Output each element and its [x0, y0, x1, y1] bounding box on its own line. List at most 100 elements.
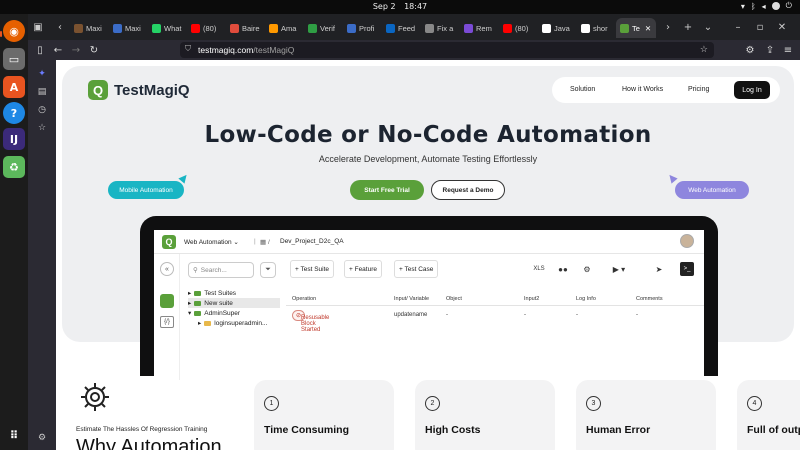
- web-automation-chip[interactable]: Web Automation: [675, 181, 749, 199]
- volume-icon: ◂: [761, 1, 766, 11]
- problem-card: 2 High Costs: [415, 380, 555, 450]
- request-demo-button[interactable]: Request a Demo: [431, 180, 505, 200]
- show-apps-icon[interactable]: ⠿: [3, 424, 25, 446]
- maximize-icon[interactable]: ▫: [752, 19, 768, 35]
- tabs-scroll-left-icon[interactable]: ‹: [52, 19, 68, 35]
- sidebar-settings-icon[interactable]: ⚙: [34, 430, 50, 446]
- browser-tab[interactable]: Profi: [343, 18, 383, 38]
- trash-icon[interactable]: ♻: [3, 156, 25, 178]
- share-icon[interactable]: ⇪: [762, 42, 778, 58]
- cell-object: -: [446, 312, 448, 318]
- browser-tab[interactable]: Fix a: [421, 18, 461, 38]
- ai-chat-icon[interactable]: ✦: [34, 66, 50, 82]
- tab-label: Feed: [398, 23, 416, 33]
- nav-pricing[interactable]: Pricing: [688, 86, 709, 93]
- tree-caret-icon: ▸: [188, 290, 192, 297]
- tab-favicon-icon: [113, 23, 122, 33]
- browser-tab[interactable]: Maxi: [70, 18, 110, 38]
- browser-tab[interactable]: What: [148, 18, 188, 38]
- close-window-icon[interactable]: ✕: [774, 19, 790, 35]
- tree-label: Test Suites: [204, 289, 237, 297]
- app-search-input: ⚲ Search...: [188, 262, 254, 278]
- reload-icon[interactable]: ↻: [86, 42, 102, 58]
- tab-favicon-icon: [347, 23, 356, 33]
- col-input2: Input2: [524, 296, 540, 302]
- nav-how-it-works[interactable]: How it Works: [622, 86, 663, 93]
- tab-favicon-icon: [425, 23, 434, 33]
- tabs-scroll-right-icon[interactable]: ›: [660, 19, 676, 35]
- tab-label: shor: [593, 23, 608, 33]
- system-date: Sep 2: [372, 2, 396, 11]
- back-icon[interactable]: ←: [50, 42, 66, 58]
- bookmark-star-icon[interactable]: ☆: [700, 44, 708, 55]
- app-screenshot: Q Web Automation ⌄ | ▦ / Dev_Project_D2c…: [154, 230, 704, 380]
- browser-tab[interactable]: Maxi: [109, 18, 149, 38]
- tab-list-icon[interactable]: ⌄: [700, 19, 716, 35]
- menu-icon[interactable]: ≡: [780, 42, 796, 58]
- browser-tab[interactable]: Te ✕: [616, 18, 656, 38]
- browser-tab[interactable]: (80): [187, 18, 227, 38]
- browser-tab[interactable]: Rem: [460, 18, 500, 38]
- browser-tab[interactable]: Java: [538, 18, 578, 38]
- hero-section: Q TestMagiQ Solution How it Works Pricin…: [62, 66, 794, 380]
- browser-tab[interactable]: shor: [577, 18, 617, 38]
- system-time: 18:47: [404, 2, 428, 11]
- address-bar[interactable]: ⛉ testmagiq.com/testMagiQ ☆: [180, 42, 714, 58]
- folder-icon: [194, 310, 202, 316]
- files-icon[interactable]: ▭: [3, 48, 25, 70]
- tab-label: Profi: [359, 23, 375, 33]
- col-input-variable: Input/ Variable: [394, 296, 430, 302]
- pointer-icon: [666, 172, 678, 184]
- forward-icon[interactable]: →: [68, 42, 84, 58]
- system-tray[interactable]: ▾ ᛒ ◂ ⏻: [741, 1, 792, 11]
- browser-tab[interactable]: Ama: [265, 18, 305, 38]
- synced-tabs-icon[interactable]: ▤: [34, 84, 50, 100]
- site-info-icon[interactable]: ⛉: [185, 44, 191, 54]
- tab-label: Maxi: [86, 23, 102, 33]
- divider: |: [254, 238, 256, 245]
- tree-label: New suite: [204, 299, 233, 307]
- tree-label: loginsuperadmin...: [214, 319, 268, 327]
- operation-badge: ⊘ Resusable Block Started: [292, 310, 329, 333]
- app-header: Q Web Automation ⌄ | ▦ / Dev_Project_D2c…: [154, 230, 704, 254]
- help-icon[interactable]: ?: [3, 102, 25, 124]
- history-icon[interactable]: ◷: [34, 102, 50, 118]
- site-logo[interactable]: Q TestMagiQ: [88, 80, 190, 100]
- new-tab-icon[interactable]: +: [680, 19, 696, 35]
- browser-tab[interactable]: Baire: [226, 18, 266, 38]
- nav-solution[interactable]: Solution: [570, 86, 595, 93]
- sidebar-toggle-icon[interactable]: ▯: [32, 42, 48, 58]
- terminal-icon: >_: [680, 262, 694, 276]
- close-tab-icon[interactable]: ✕: [645, 24, 651, 33]
- browser-tab[interactable]: Verif: [304, 18, 344, 38]
- add-feature-button: + Feature: [344, 260, 383, 278]
- system-clock[interactable]: Sep 2 18:47: [0, 2, 800, 11]
- list-item: ▸ Test Suites: [188, 288, 280, 298]
- url-host: testmagiq.com: [198, 45, 254, 55]
- tab-favicon-icon: [308, 23, 317, 33]
- folder-icon: [194, 300, 202, 306]
- hero-headline: Low-Code or No-Code Automation: [204, 122, 652, 148]
- users-icon: ●●: [558, 264, 568, 274]
- col-operation: Operation: [292, 296, 317, 302]
- extensions-icon[interactable]: ⚙: [742, 42, 758, 58]
- tab-favicon-icon: [620, 23, 629, 33]
- bookmarks-icon[interactable]: ☆: [34, 120, 50, 136]
- app-center-icon[interactable]: A: [3, 76, 25, 98]
- browser-tab[interactable]: (80): [499, 18, 539, 38]
- browser-tab[interactable]: Feed: [382, 18, 422, 38]
- start-free-trial-button[interactable]: Start Free Trial: [350, 180, 424, 200]
- search-placeholder: Search...: [200, 266, 227, 274]
- mobile-automation-chip[interactable]: Mobile Automation: [108, 181, 184, 199]
- table-row: ⊘ Resusable Block Started updatename - -…: [286, 308, 704, 333]
- browser-nav-bar: ▯ ← → ↻ ⛉ testmagiq.com/testMagiQ ☆ ⚙ ⇪ …: [28, 40, 800, 60]
- card-number: 2: [425, 396, 440, 411]
- firefox-icon[interactable]: ◉: [3, 20, 25, 42]
- bluetooth-icon: ᛒ: [750, 1, 756, 11]
- minimize-icon[interactable]: –: [730, 19, 746, 35]
- col-object: Object: [446, 296, 462, 302]
- intellij-icon[interactable]: IJ: [3, 128, 25, 150]
- login-button[interactable]: Log In: [734, 81, 770, 99]
- tab-overview-icon[interactable]: ▣: [30, 19, 46, 35]
- add-test-suite-button: + Test Suite: [290, 260, 335, 278]
